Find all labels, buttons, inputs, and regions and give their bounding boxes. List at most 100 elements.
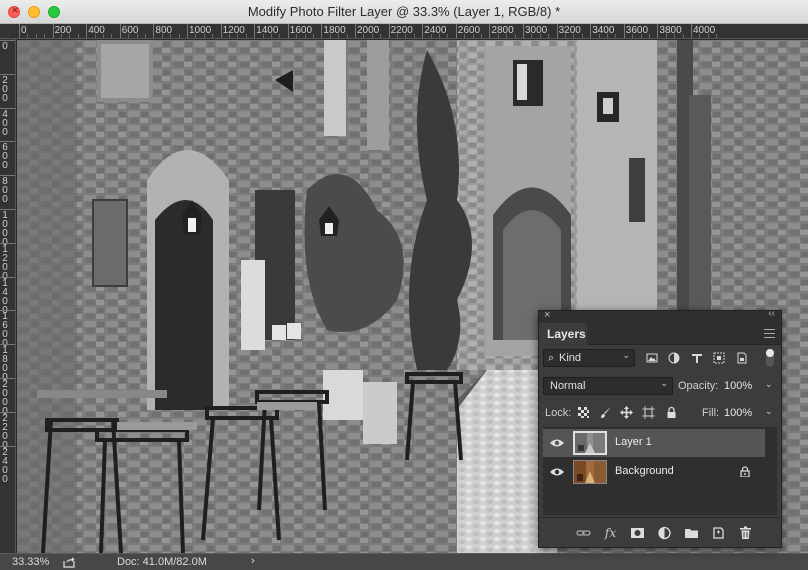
lock-position-move-icon[interactable] [620, 406, 633, 419]
eye-visibility-icon[interactable] [550, 467, 564, 477]
layer-name[interactable]: Background [615, 465, 674, 477]
chevron-down-icon: ⌄ [622, 350, 630, 360]
layer-name[interactable]: Layer 1 [615, 436, 652, 448]
ruler-label: 200 [54, 25, 72, 36]
opacity-field[interactable]: 100% [724, 380, 752, 392]
ruler-label: 3800 [659, 25, 682, 36]
ruler-label: 800 [2, 176, 8, 206]
opacity-label: Opacity: [678, 380, 719, 392]
panel-tab-row: Layers [539, 323, 781, 345]
adjustment-layer-icon[interactable] [657, 526, 672, 540]
ruler-subtick [581, 34, 583, 38]
shape-filter-icon[interactable] [713, 352, 725, 364]
fx-icon[interactable]: fx [603, 526, 618, 540]
ruler-tick [691, 24, 692, 38]
ruler-label: 1200 [2, 243, 8, 282]
ruler-label: 400 [88, 25, 105, 36]
ruler-subtick [514, 34, 516, 38]
fill-field[interactable]: 100% [724, 407, 752, 419]
ruler-tick [623, 24, 625, 38]
ruler-label: 600 [2, 142, 8, 172]
ruler-label: 2000 [2, 379, 8, 417]
share-icon[interactable] [63, 556, 75, 568]
ruler-tick [220, 24, 222, 38]
ruler-tick [187, 24, 188, 38]
ruler-label: 0 [2, 41, 8, 52]
ruler-label: 600 [121, 25, 139, 36]
chevron-down-icon: ⌄ [660, 378, 668, 388]
ruler-label: 1400 [2, 277, 8, 316]
filter-kind-label: Kind [559, 352, 582, 364]
image-filter-icon[interactable] [646, 352, 658, 364]
ruler-subtick [212, 34, 214, 38]
ruler-label: 3000 [525, 25, 548, 36]
layer-row-background[interactable]: Background [543, 458, 765, 486]
trash-icon[interactable] [738, 526, 753, 540]
ruler-subtick [44, 34, 46, 38]
opacity-chevron-icon[interactable]: ⌄ [765, 379, 773, 390]
fill-chevron-icon[interactable]: ⌄ [765, 406, 773, 417]
ruler-label: 0 [21, 25, 27, 36]
group-folder-icon[interactable] [684, 526, 699, 540]
ruler-subtick [111, 34, 113, 38]
vertical-ruler[interactable]: 0 200 400 600 800 1000 1200 1400 1600 1800 2000 220… [0, 39, 16, 553]
filter-toggle-switch[interactable] [766, 349, 774, 367]
zoom-level[interactable]: 33.33% [12, 556, 49, 568]
type-filter-icon[interactable] [691, 352, 703, 364]
panel-close-icon[interactable]: × [544, 309, 550, 321]
panel-header[interactable]: × ‹‹ [539, 308, 781, 323]
ruler-tick [657, 24, 659, 38]
layers-list: Layer 1 Background [543, 427, 777, 515]
document-size: Doc: 41.0M/82.0M [117, 556, 207, 568]
layers-panel: × ‹‹ Layers ⌕ Kind ⌄ Normal ⌄ Opacity: 1… [538, 308, 782, 548]
status-menu-arrow-icon[interactable]: › [251, 555, 255, 567]
tab-layers[interactable]: Layers [539, 323, 587, 345]
layer-thumbnail [573, 460, 607, 484]
filter-kind-dropdown[interactable]: ⌕ Kind ⌄ [543, 349, 635, 367]
ruler-tick [153, 24, 155, 38]
adjustment-filter-icon[interactable] [668, 352, 680, 364]
lock-all-icon[interactable] [665, 406, 678, 419]
ruler-tick [86, 24, 88, 38]
ruler-label: 2800 [491, 25, 514, 36]
ruler-label: 1000 [189, 25, 212, 36]
ruler-label: 1000 [2, 210, 8, 248]
ruler-label: 4000 [693, 25, 716, 36]
ruler-label: 3200 [558, 25, 581, 36]
ruler-label: 2400 [424, 25, 447, 36]
smart-object-filter-icon[interactable] [736, 352, 748, 364]
horizontal-ruler[interactable]: 0 200 400 600 800 1000 1200 1400 1600 1800 2000 220… [0, 24, 808, 39]
ruler-label: 400 [2, 108, 8, 138]
new-layer-icon[interactable] [711, 526, 726, 540]
search-icon: ⌕ [548, 352, 555, 364]
ruler-tick [422, 24, 424, 38]
blend-mode-dropdown[interactable]: Normal ⌄ [543, 377, 673, 395]
ruler-subtick [447, 34, 449, 38]
window-title: Modify Photo Filter Layer @ 33.3% (Layer… [247, 4, 561, 19]
lock-image-pixels-brush-icon[interactable] [599, 406, 612, 419]
status-bar: 33.33% Doc: 41.0M/82.0M › [0, 553, 808, 570]
ruler-tick [355, 24, 356, 38]
ruler-tick [489, 24, 491, 38]
lock-artboard-icon[interactable] [642, 406, 655, 419]
eye-visibility-icon[interactable] [550, 438, 564, 448]
link-layers-icon[interactable] [576, 526, 591, 540]
ruler-label: 3400 [592, 25, 615, 36]
panel-menu-icon[interactable] [764, 329, 775, 338]
panel-footer: fx [539, 517, 781, 547]
ruler-subtick [481, 34, 482, 38]
layer-row-layer-1[interactable]: Layer 1 [543, 429, 765, 457]
blend-mode-value: Normal [550, 380, 586, 392]
photoshop-window: × Modify Photo Filter Layer @ 33.3% (Lay… [0, 0, 808, 570]
ruler-label: 1800 [323, 25, 346, 36]
ruler-subtick [27, 34, 29, 38]
ruler-tick [455, 24, 457, 38]
ruler-label: 1400 [256, 25, 279, 36]
layer-thumbnail [573, 431, 607, 455]
ruler-subtick [548, 34, 550, 38]
collapse-panel-icon[interactable]: ‹‹ [768, 308, 775, 319]
ruler-tick [119, 24, 121, 38]
mask-icon[interactable] [630, 526, 645, 540]
lock-transparent-pixels-icon[interactable] [577, 406, 590, 419]
lock-label: Lock: [545, 407, 572, 419]
